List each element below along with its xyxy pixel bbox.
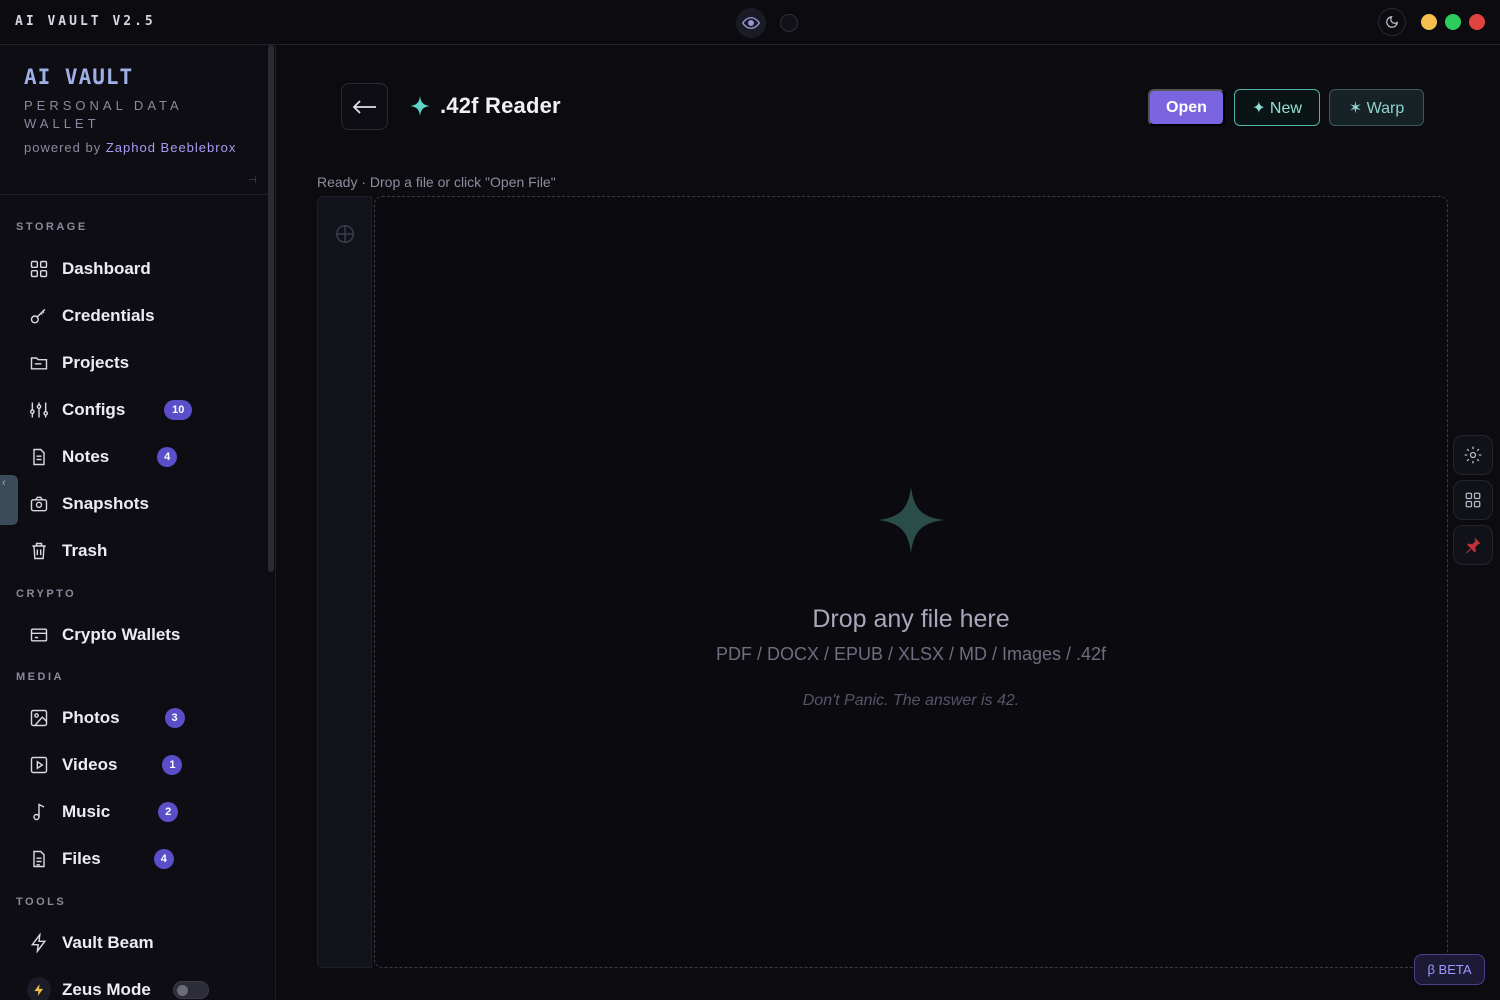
page-title-text: .42f Reader [440, 93, 561, 118]
back-button[interactable] [341, 83, 388, 130]
sidebar-item-files[interactable]: Files 4 [16, 839, 252, 879]
sidebar-item-dashboard[interactable]: Dashboard [16, 249, 252, 289]
status-ring-icon[interactable] [780, 14, 798, 32]
document-icon [27, 445, 51, 469]
grid-icon [27, 257, 51, 281]
count-badge: 4 [153, 849, 174, 869]
sparkle-icon [410, 96, 430, 116]
powered-prefix: powered by [24, 140, 102, 155]
pin-icon [1466, 537, 1481, 554]
collapse-brand-icon[interactable]: ⊣ [248, 175, 257, 186]
file-dropzone[interactable]: Drop any file here PDF / DOCX / EPUB / X… [374, 196, 1448, 968]
video-icon [27, 753, 51, 777]
moon-icon[interactable] [1378, 8, 1406, 36]
dropzone-formats: PDF / DOCX / EPUB / XLSX / MD / Images /… [715, 644, 1107, 664]
section-tools: TOOLS [16, 896, 67, 908]
crosshair-icon[interactable] [334, 223, 356, 250]
count-badge: 10 [164, 400, 193, 420]
close-button[interactable] [1469, 14, 1485, 30]
warp-button[interactable]: ✶ Warp [1329, 89, 1424, 126]
key-icon [27, 304, 51, 328]
folder-icon [27, 351, 51, 375]
sidebar-scrollbar[interactable] [268, 45, 274, 572]
sidebar-item-projects[interactable]: Projects [16, 343, 252, 383]
top-center-controls [736, 8, 798, 38]
sidebar-item-label: Credentials [62, 306, 155, 325]
bolt-icon [27, 931, 51, 955]
section-crypto: CRYPTO [16, 588, 77, 600]
page-title: .42f Reader [410, 93, 561, 119]
sidebar-item-label: Dashboard [62, 259, 151, 278]
sidebar-item-notes[interactable]: Notes 4 [16, 437, 252, 477]
music-icon [27, 800, 51, 824]
count-badge: 2 [158, 802, 179, 822]
image-icon [27, 706, 51, 730]
app-title: AI VAULT V2.5 [15, 14, 156, 29]
sidebar-item-configs[interactable]: Configs 10 [16, 390, 252, 430]
layout-button[interactable] [1453, 480, 1493, 520]
open-button[interactable]: Open [1148, 89, 1225, 126]
sidebar-item-label: Vault Beam [62, 933, 154, 952]
new-button[interactable]: ✦ New [1234, 89, 1320, 126]
settings-button[interactable] [1453, 435, 1493, 475]
sidebar-item-trash[interactable]: Trash [16, 531, 252, 571]
dropzone-title: Drop any file here [812, 605, 1010, 633]
pin-button[interactable] [1453, 525, 1493, 565]
sidebar-item-credentials[interactable]: Credentials [16, 296, 252, 336]
grid-icon [1465, 492, 1481, 508]
collapse-sidebar-tab[interactable]: ‹ [0, 475, 18, 525]
sidebar-item-music[interactable]: Music 2 [16, 792, 252, 832]
sidebar-item-label: Trash [62, 541, 108, 560]
zeus-mode-toggle[interactable] [172, 981, 209, 999]
window-controls [1421, 14, 1485, 30]
sidebar-item-photos[interactable]: Photos 3 [16, 698, 252, 738]
brand-powered: powered by Zaphod Beeblebrox [24, 139, 260, 157]
sidebar-item-label: Configs [62, 400, 126, 419]
dropzone-tagline: Don't Panic. The answer is 42. [802, 692, 1020, 709]
minimize-button[interactable] [1421, 14, 1437, 30]
count-badge: 1 [162, 755, 183, 775]
reader-tool-strip [317, 196, 372, 968]
beta-badge[interactable]: β BETA [1414, 954, 1485, 985]
sidebar-item-label: Videos [62, 755, 118, 774]
camera-icon [27, 492, 51, 516]
sidebar-item-label: Zeus Mode [62, 980, 151, 999]
sidebar-item-vault-beam[interactable]: Vault Beam [16, 923, 252, 963]
sidebar-item-crypto-wallets[interactable]: Crypto Wallets [16, 615, 252, 655]
sidebar-item-label: Projects [62, 353, 130, 372]
count-badge: 4 [157, 447, 178, 467]
gear-icon [1464, 446, 1482, 464]
eye-icon[interactable] [736, 8, 766, 38]
sidebar-item-label: Crypto Wallets [62, 625, 181, 644]
wallet-icon [27, 623, 51, 647]
maximize-button[interactable] [1445, 14, 1461, 30]
brand-subtitle: PERSONAL DATA WALLET [24, 98, 182, 131]
sidebar-item-label: Notes [62, 447, 110, 466]
sliders-icon [27, 398, 51, 422]
app-window: AI VAULT V2.5 AI VAULT PERSONAL DATA WAL… [0, 0, 1500, 1000]
title-bar: AI VAULT V2.5 [0, 0, 1500, 45]
sidebar-item-snapshots[interactable]: Snapshots [16, 484, 252, 524]
status-text: Ready · Drop a file or click "Open File" [317, 174, 556, 190]
sidebar-item-label: Music [62, 802, 111, 821]
sidebar-item-zeus-mode[interactable]: Zeus Mode [16, 970, 252, 1000]
section-media: MEDIA [16, 671, 64, 683]
sidebar-item-label: Files [62, 849, 101, 868]
sparkle-icon [878, 487, 944, 553]
divider [0, 194, 268, 195]
brand-author[interactable]: Zaphod Beeblebrox [106, 140, 236, 155]
trash-icon [27, 539, 51, 563]
count-badge: 3 [164, 708, 185, 728]
file-icon [27, 847, 51, 871]
brand-block: AI VAULT PERSONAL DATA WALLET powered by… [24, 65, 260, 157]
chevron-left-icon: ‹ [2, 477, 6, 489]
section-storage: STORAGE [16, 221, 88, 233]
brand-title: AI VAULT [24, 65, 134, 89]
sidebar-item-label: Snapshots [62, 494, 149, 513]
sidebar: AI VAULT PERSONAL DATA WALLET powered by… [0, 45, 276, 1000]
sidebar-item-label: Photos [62, 708, 120, 727]
lightning-icon [27, 977, 51, 1000]
arrow-left-icon [352, 99, 376, 114]
sidebar-item-videos[interactable]: Videos 1 [16, 745, 252, 785]
